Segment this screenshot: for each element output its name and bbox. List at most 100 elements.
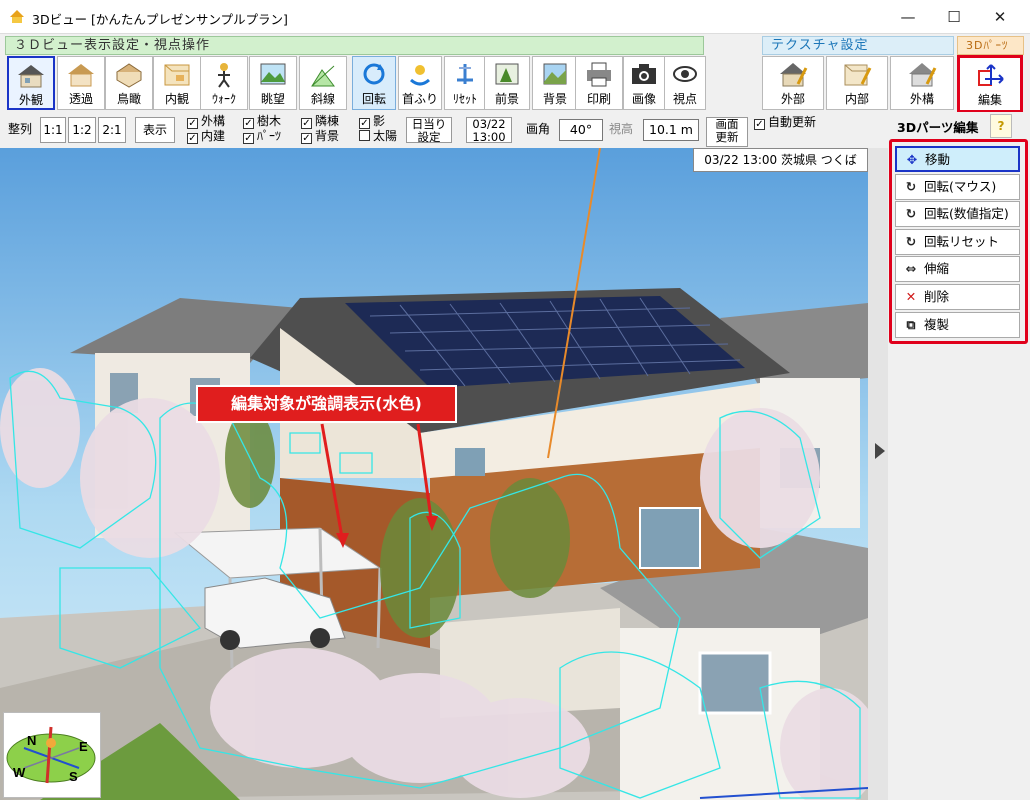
toolbar-button-label: 鳥瞰 bbox=[116, 92, 141, 106]
toolbar-button-label: 首ふり bbox=[401, 92, 438, 106]
toolbar-button-label: 前景 bbox=[494, 92, 519, 106]
ratio-2-1-button[interactable]: 2:1 bbox=[98, 117, 126, 143]
panel-button-duplicate[interactable]: ⧉ 複製 bbox=[895, 312, 1020, 338]
walk-icon bbox=[218, 63, 230, 88]
exterior-works-icon bbox=[909, 63, 937, 87]
toolbar-button-label: 斜線 bbox=[310, 92, 335, 106]
eye-height-field[interactable]: 10.1 m bbox=[643, 119, 699, 141]
refresh-button[interactable]: 画面 更新 bbox=[706, 117, 748, 147]
toolbar-button-printer[interactable]: 印刷 bbox=[575, 56, 623, 110]
interior-icon bbox=[164, 64, 190, 86]
panel-button-rotate-reset[interactable]: ↻ 回転リセット bbox=[895, 229, 1020, 255]
display-checkbox[interactable]: ✓ 影 bbox=[359, 114, 385, 129]
camera-icon bbox=[632, 64, 656, 84]
checkbox-icon: ✓ bbox=[243, 133, 254, 144]
window-title: 3Dビュー [かんたんプレゼンサンプルプラン] bbox=[32, 12, 288, 27]
toolbar-button-interior[interactable]: 内観 bbox=[153, 56, 201, 110]
eye-icon bbox=[673, 66, 697, 82]
angle-field[interactable]: 40° bbox=[559, 119, 603, 141]
panel-button-rotate-mouse[interactable]: ↻ 回転(マウス) bbox=[895, 174, 1020, 200]
checkbox-icon: ✓ bbox=[301, 118, 312, 129]
birds-eye-icon bbox=[116, 63, 142, 88]
texture-interior-button[interactable]: 内部 bbox=[826, 56, 888, 110]
delete-icon: ✕ bbox=[905, 289, 917, 304]
panel-button-stretch[interactable]: ⇔ 伸縮 bbox=[895, 256, 1020, 282]
toolbar-button-foreground[interactable]: 前景 bbox=[484, 56, 530, 110]
toolbar-button-label: 背景 bbox=[542, 92, 567, 106]
panel-button-delete[interactable]: ✕ 削除 bbox=[895, 284, 1020, 310]
help-button[interactable]: ? bbox=[990, 114, 1012, 138]
display-checkbox[interactable]: ✓ ﾊﾟｰﾂ bbox=[243, 129, 281, 144]
close-button[interactable]: ✕ bbox=[977, 0, 1023, 34]
align-label: 整列 bbox=[8, 122, 33, 136]
toolbar-button-label: 視点 bbox=[672, 92, 697, 106]
move-icon: ✥ bbox=[906, 152, 918, 167]
highlight-callout: 編集対象が強調表示(水色) bbox=[196, 385, 457, 423]
toolbar-button-label: 外観 bbox=[18, 93, 43, 107]
checkbox-icon bbox=[359, 130, 370, 141]
display-checkbox[interactable]: 太陽 bbox=[359, 129, 397, 143]
ratio-1-1-button[interactable]: 1:1 bbox=[40, 117, 66, 143]
toolbar-button-head-turn[interactable]: 首ふり bbox=[398, 56, 442, 110]
toolbar-button-label: ﾘｾｯﾄ bbox=[452, 92, 477, 106]
sun-location-status: 03/22 13:00 茨城県 つくば bbox=[693, 148, 868, 172]
exterior-texture-icon bbox=[780, 63, 808, 87]
maximize-button[interactable]: ☐ bbox=[931, 0, 977, 34]
toolbar-button-label: 眺望 bbox=[260, 92, 285, 106]
auto-refresh-checkbox[interactable]: ✓ 自動更新 bbox=[754, 115, 816, 130]
display-checkbox[interactable]: ✓ 外構 bbox=[187, 114, 225, 129]
panel-collapse-handle[interactable] bbox=[868, 148, 888, 800]
house-exterior-icon bbox=[18, 65, 44, 88]
datetime-display[interactable]: 03/22 13:00 bbox=[466, 117, 512, 144]
display-button[interactable]: 表示 bbox=[135, 117, 175, 143]
checkbox-icon: ✓ bbox=[243, 118, 254, 129]
foreground-icon bbox=[495, 63, 519, 85]
slant-line-icon bbox=[311, 65, 335, 87]
toolbar-button-walk[interactable]: ｳｫｰｸ bbox=[200, 56, 248, 110]
display-checkbox[interactable]: ✓ 樹木 bbox=[243, 114, 281, 129]
rotate-mouse-icon: ↻ bbox=[905, 179, 917, 194]
toolbar-button-landscape[interactable]: 眺望 bbox=[249, 56, 297, 110]
checkbox-icon: ✓ bbox=[187, 118, 198, 129]
landscape-icon bbox=[260, 63, 286, 85]
sun-setting-button[interactable]: 日当り 設定 bbox=[406, 117, 452, 144]
toolbar-button-label: 回転 bbox=[361, 92, 386, 106]
minimize-button[interactable]: — bbox=[885, 0, 931, 34]
angle-label: 画角 bbox=[526, 122, 551, 136]
interior-texture-icon bbox=[844, 64, 872, 86]
head-turn-icon bbox=[410, 65, 430, 86]
toolbar-button-house-transparent[interactable]: 透過 bbox=[57, 56, 105, 110]
toolbar-button-slant-line[interactable]: 斜線 bbox=[299, 56, 347, 110]
group-label-parts: 3Dﾊﾟｰﾂ bbox=[957, 36, 1024, 55]
toolbar-button-birds-eye[interactable]: 鳥瞰 bbox=[105, 56, 153, 110]
rotate-numeric-icon: ↻ bbox=[905, 206, 917, 221]
checkbox-icon: ✓ bbox=[301, 133, 312, 144]
display-checkbox[interactable]: ✓ 背景 bbox=[301, 129, 339, 144]
background-icon bbox=[543, 63, 567, 85]
display-checkbox[interactable]: ✓ 隣棟 bbox=[301, 114, 339, 129]
display-checkbox[interactable]: ✓ 内建 bbox=[187, 129, 225, 144]
panel-title: 3Dパーツ編集 bbox=[897, 120, 979, 135]
texture-exterior-button[interactable]: 外部 bbox=[762, 56, 824, 110]
compass[interactable]: N E S W bbox=[3, 712, 101, 798]
panel-button-move[interactable]: ✥ 移動 bbox=[895, 146, 1020, 172]
3d-viewport[interactable] bbox=[0, 148, 868, 800]
panel-button-rotate-numeric[interactable]: ↻ 回転(数値指定) bbox=[895, 201, 1020, 227]
toolbar-button-house-exterior[interactable]: 外観 bbox=[7, 56, 55, 110]
toolbar-button-camera[interactable]: 画像 bbox=[623, 56, 665, 110]
compass-e: E bbox=[79, 739, 88, 754]
compass-n: N bbox=[27, 733, 36, 748]
toolbar-button-rotate[interactable]: 回転 bbox=[352, 56, 396, 110]
texture-exterior-works-button[interactable]: 外構 bbox=[890, 56, 954, 110]
parts-edit-icon bbox=[978, 64, 1004, 86]
toolbar-button-background[interactable]: 背景 bbox=[532, 56, 578, 110]
toolbar-button-label: 画像 bbox=[631, 92, 656, 106]
toolbar-button-reset[interactable]: ﾘｾｯﾄ bbox=[444, 56, 486, 110]
duplicate-icon: ⧉ bbox=[906, 317, 916, 332]
toolbar-button-eye[interactable]: 視点 bbox=[664, 56, 706, 110]
title-bar: 3Dビュー [かんたんプレゼンサンプルプラン] — ☐ ✕ bbox=[0, 0, 1030, 34]
compass-w: W bbox=[13, 765, 26, 780]
parts-edit-button[interactable]: 編集 bbox=[957, 55, 1023, 113]
ratio-1-2-button[interactable]: 1:2 bbox=[68, 117, 96, 143]
group-label-view: ３Ｄビュー表示設定・視点操作 bbox=[5, 36, 704, 55]
